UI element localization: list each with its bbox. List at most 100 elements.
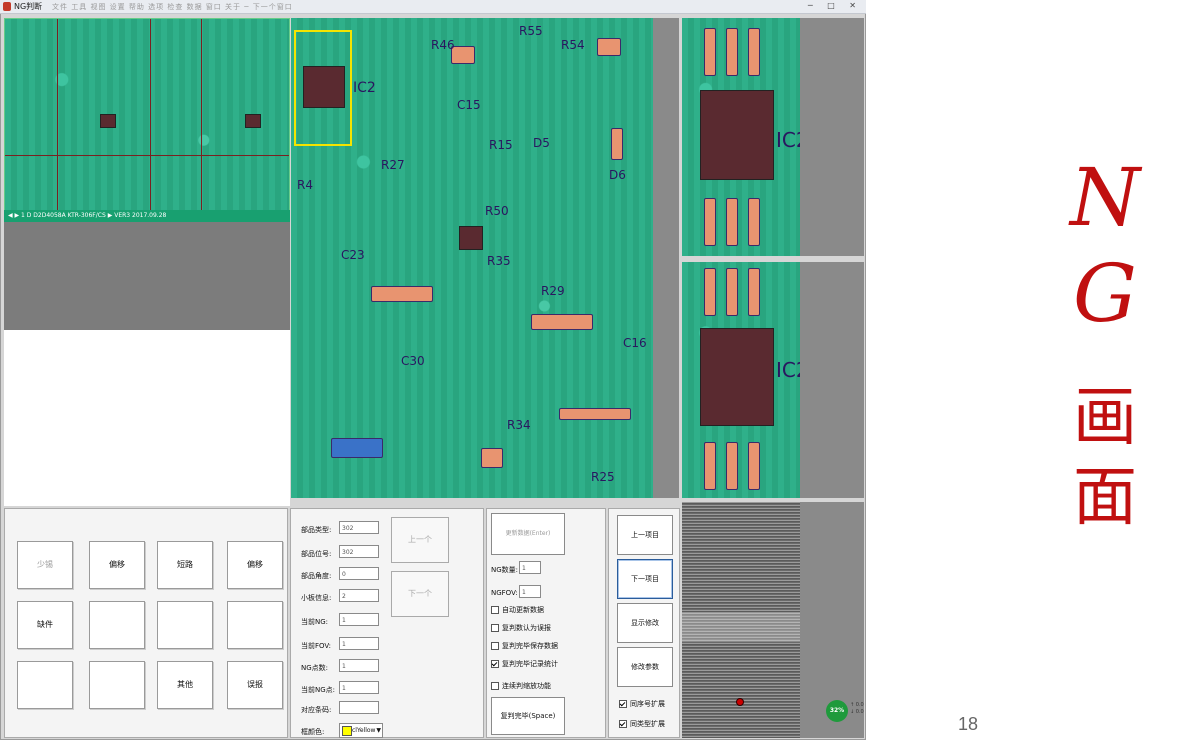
ng-count-label: NG数量: <box>491 566 519 574</box>
show-modify-button[interactable]: 显示修改 <box>617 603 673 643</box>
check-count-false[interactable]: 复判数认为误报 <box>491 623 551 633</box>
check-auto-update[interactable]: 自动更新数据 <box>491 605 544 615</box>
barcode-field[interactable] <box>339 701 379 714</box>
part-type-label: 部品类型: <box>301 526 332 534</box>
ng-points-label: NG点数: <box>301 664 329 672</box>
btn-empty[interactable] <box>89 601 145 649</box>
ngfov-field: 1 <box>519 585 541 598</box>
overview-crosshair-v <box>201 19 202 213</box>
menu-bar[interactable]: 文件 工具 视图 设置 帮助 选项 检查 数据 窗口 关于 ─ 下一个窗口 <box>52 2 293 12</box>
zoom2-pin <box>748 442 760 490</box>
label-r29: R29 <box>541 284 565 298</box>
prev-item-button[interactable]: 上一项目 <box>617 515 673 555</box>
frame-color-label: 框颜色: <box>301 728 325 736</box>
checkbox-icon[interactable] <box>491 642 499 650</box>
zoom1-ic-body <box>700 90 774 180</box>
board-overview-image[interactable] <box>4 18 290 222</box>
modify-params-button[interactable]: 修改参数 <box>617 647 673 687</box>
xray-band <box>682 612 800 642</box>
check-auto-update-label: 自动更新数据 <box>502 606 544 614</box>
ng-selection-box[interactable] <box>294 30 352 146</box>
frame-color-value: clYellow <box>352 727 376 734</box>
current-fov-field: 1 <box>339 637 379 650</box>
overview-crosshair-h <box>5 155 289 156</box>
part-type-field: 302 <box>339 521 379 534</box>
part-angle-field: 0 <box>339 567 379 580</box>
btn-empty[interactable] <box>89 661 145 709</box>
next-item-button[interactable]: 下一项目 <box>617 559 673 599</box>
checkbox-checked-icon[interactable] <box>491 660 499 668</box>
btn-other[interactable]: 其他 <box>157 661 213 709</box>
checkbox-checked-icon[interactable] <box>619 700 627 708</box>
btn-insufficient-solder[interactable]: 少锡 <box>17 541 73 589</box>
label-r50: R50 <box>485 204 509 218</box>
slide-title-ng: N G <box>1060 150 1150 350</box>
checkbox-icon[interactable] <box>491 624 499 632</box>
slide-letter-g: G <box>1073 247 1137 340</box>
check-same-index-label: 同序号扩展 <box>630 700 665 708</box>
system-tray-widget[interactable]: 32% ↑ 0.0 ↓ 0.0 <box>826 700 866 738</box>
pad-row <box>559 408 631 420</box>
current-fov-label: 当前FOV: <box>301 642 331 650</box>
btn-shift[interactable]: 偏移 <box>89 541 145 589</box>
zoom2-margin <box>800 262 864 498</box>
prev-part-button[interactable]: 上一个 <box>391 517 449 563</box>
label-c23: C23 <box>341 248 365 262</box>
zoom1-margin <box>800 18 864 256</box>
overview-chip <box>100 114 116 128</box>
zoom1-pin <box>704 198 716 246</box>
pad-row <box>531 314 593 330</box>
label-n3: R35 <box>487 254 511 268</box>
item-nav-panel: 上一项目 下一项目 显示修改 修改参数 同序号扩展 同类型扩展 <box>608 508 680 738</box>
check-save-data-label: 复判完毕保存数据 <box>502 642 558 650</box>
btn-empty[interactable] <box>17 661 73 709</box>
label-r34: R34 <box>507 418 531 432</box>
barcode-label: 对应条码: <box>301 706 332 714</box>
label-d5: D5 <box>533 136 550 150</box>
checkbox-icon[interactable] <box>491 682 499 690</box>
zoom-view-1[interactable]: IC2 <box>682 18 809 256</box>
btn-false-alarm[interactable]: 误报 <box>227 661 283 709</box>
review-done-button[interactable]: 复判完毕(Space) <box>491 697 565 735</box>
check-continuous-zoom[interactable]: 连续判缩放功能 <box>491 681 551 691</box>
label-r15: R15 <box>489 138 513 152</box>
color-swatch <box>342 726 352 736</box>
label-r54: R54 <box>561 38 585 52</box>
slide-letter-n: N <box>1070 151 1140 244</box>
btn-empty[interactable] <box>227 601 283 649</box>
btn-offset[interactable]: 偏移 <box>227 541 283 589</box>
check-same-type[interactable]: 同类型扩展 <box>619 719 665 729</box>
pad-row-blue <box>331 438 383 458</box>
ng-count-field: 1 <box>519 561 541 574</box>
frame-color-select[interactable]: clYellow ▼ <box>339 723 383 738</box>
overview-crosshair-v <box>150 19 151 213</box>
cpu-percent-badge: 32% <box>826 700 848 722</box>
check-same-index[interactable]: 同序号扩展 <box>619 699 665 709</box>
zoom1-pin <box>748 198 760 246</box>
main-view-margin <box>653 18 679 498</box>
title-bar: NG判断 文件 工具 视图 设置 帮助 选项 检查 数据 窗口 关于 ─ 下一个… <box>0 0 866 14</box>
ngfov-label: NGFOV: <box>491 589 518 597</box>
small-board-field: 2 <box>339 589 379 602</box>
next-part-button[interactable]: 下一个 <box>391 571 449 617</box>
label-d6: D6 <box>609 168 626 182</box>
check-record-stats-label: 复判完毕记录统计 <box>502 660 558 668</box>
checkbox-icon[interactable] <box>491 606 499 614</box>
check-continuous-zoom-label: 连续判缩放功能 <box>502 682 551 690</box>
dropdown-arrow-icon: ▼ <box>376 727 381 734</box>
pad <box>481 448 503 468</box>
btn-missing[interactable]: 缺件 <box>17 601 73 649</box>
zoom-view-2[interactable]: IC2 <box>682 262 809 498</box>
btn-short[interactable]: 短路 <box>157 541 213 589</box>
btn-empty[interactable] <box>157 601 213 649</box>
check-record-stats[interactable]: 复判完毕记录统计 <box>491 659 558 669</box>
slide-page-number: 18 <box>958 714 979 734</box>
window-title: NG判断 <box>14 2 43 11</box>
window-controls[interactable]: ─ □ ✕ <box>808 1 862 10</box>
current-ng-point-label: 当前NG点: <box>301 686 336 694</box>
overview-chip <box>245 114 261 128</box>
update-data-button[interactable]: 更新数据(Enter) <box>491 513 565 555</box>
check-save-data[interactable]: 复判完毕保存数据 <box>491 641 558 651</box>
checkbox-checked-icon[interactable] <box>619 720 627 728</box>
label-r55: R55 <box>519 24 543 38</box>
